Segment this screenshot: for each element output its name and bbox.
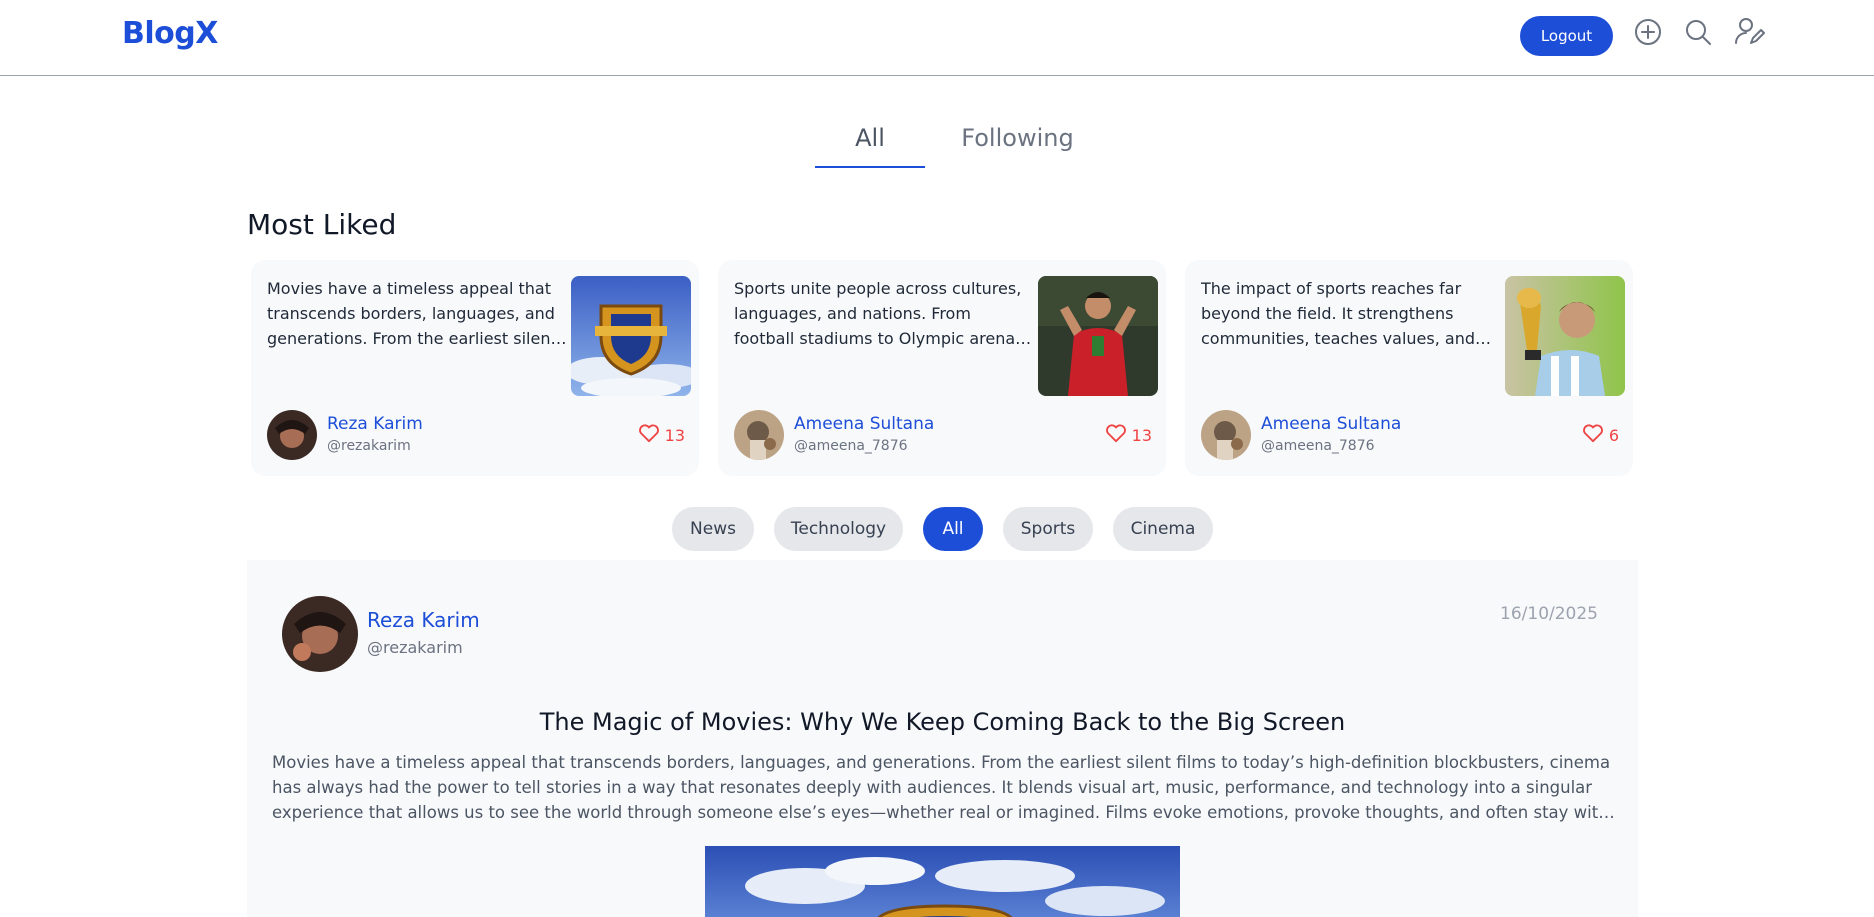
player-with-trophy-image (1505, 276, 1625, 396)
avatar[interactable] (282, 596, 358, 672)
like-count: 13 (664, 425, 685, 445)
most-liked-card[interactable]: Sports unite people across cultures, lan… (718, 260, 1166, 476)
author-name[interactable]: Reza Karim (367, 608, 480, 632)
like-counter[interactable]: 13 (638, 423, 685, 447)
tab-all[interactable]: All (815, 124, 925, 168)
most-liked-card[interactable]: The impact of sports reaches far beyond … (1185, 260, 1633, 476)
author-handle: @rezakarim (367, 638, 463, 657)
like-count: 6 (1608, 425, 1619, 445)
like-count: 13 (1131, 425, 1152, 445)
author-name[interactable]: Reza Karim (327, 414, 423, 434)
post-title[interactable]: The Magic of Movies: Why We Keep Coming … (247, 708, 1638, 736)
card-excerpt: Movies have a timeless appeal that trans… (267, 279, 557, 348)
studio-shield-logo-image (705, 846, 1180, 917)
author-handle: @ameena_7876 (794, 438, 908, 454)
most-liked-heading: Most Liked (247, 208, 397, 241)
category-filter: News Technology All Sports Cinema (0, 507, 1874, 551)
heart-icon[interactable] (1582, 423, 1604, 447)
category-cinema[interactable]: Cinema (1113, 507, 1213, 551)
post-card[interactable]: Reza Karim @rezakarim 16/10/2025 The Mag… (247, 560, 1638, 917)
football-player-celebrating-image (1038, 276, 1158, 396)
like-counter[interactable]: 13 (1105, 423, 1152, 447)
brand-logo[interactable]: BlogX (122, 16, 218, 51)
author-handle: @ameena_7876 (1261, 438, 1375, 454)
author-handle: @rezakarim (327, 438, 411, 454)
category-technology[interactable]: Technology (774, 507, 903, 551)
avatar[interactable] (1201, 410, 1251, 460)
post-excerpt: Movies have a timeless appeal that trans… (272, 753, 1611, 822)
most-liked-card[interactable]: Movies have a timeless appeal that trans… (251, 260, 699, 476)
like-counter[interactable]: 6 (1582, 423, 1619, 447)
feed-tabs: All Following (0, 124, 1874, 168)
category-all[interactable]: All (923, 507, 983, 551)
heart-icon[interactable] (638, 423, 660, 447)
heart-icon[interactable] (1105, 423, 1127, 447)
user-edit-icon[interactable] (1733, 16, 1765, 48)
top-header: BlogX Logout (0, 0, 1874, 76)
avatar[interactable] (267, 410, 317, 460)
logout-button[interactable]: Logout (1520, 16, 1613, 56)
author-name[interactable]: Ameena Sultana (1261, 414, 1401, 434)
plus-circle-icon[interactable] (1632, 16, 1664, 48)
studio-shield-logo-image (571, 276, 691, 396)
category-news[interactable]: News (672, 507, 754, 551)
post-date: 16/10/2025 (1500, 604, 1598, 624)
tab-following[interactable]: Following (955, 124, 1080, 168)
card-excerpt: The impact of sports reaches far beyond … (1201, 279, 1475, 348)
author-name[interactable]: Ameena Sultana (794, 414, 934, 434)
search-icon[interactable] (1682, 16, 1714, 48)
card-excerpt: Sports unite people across cultures, lan… (734, 279, 1029, 348)
avatar[interactable] (734, 410, 784, 460)
category-sports[interactable]: Sports (1003, 507, 1093, 551)
